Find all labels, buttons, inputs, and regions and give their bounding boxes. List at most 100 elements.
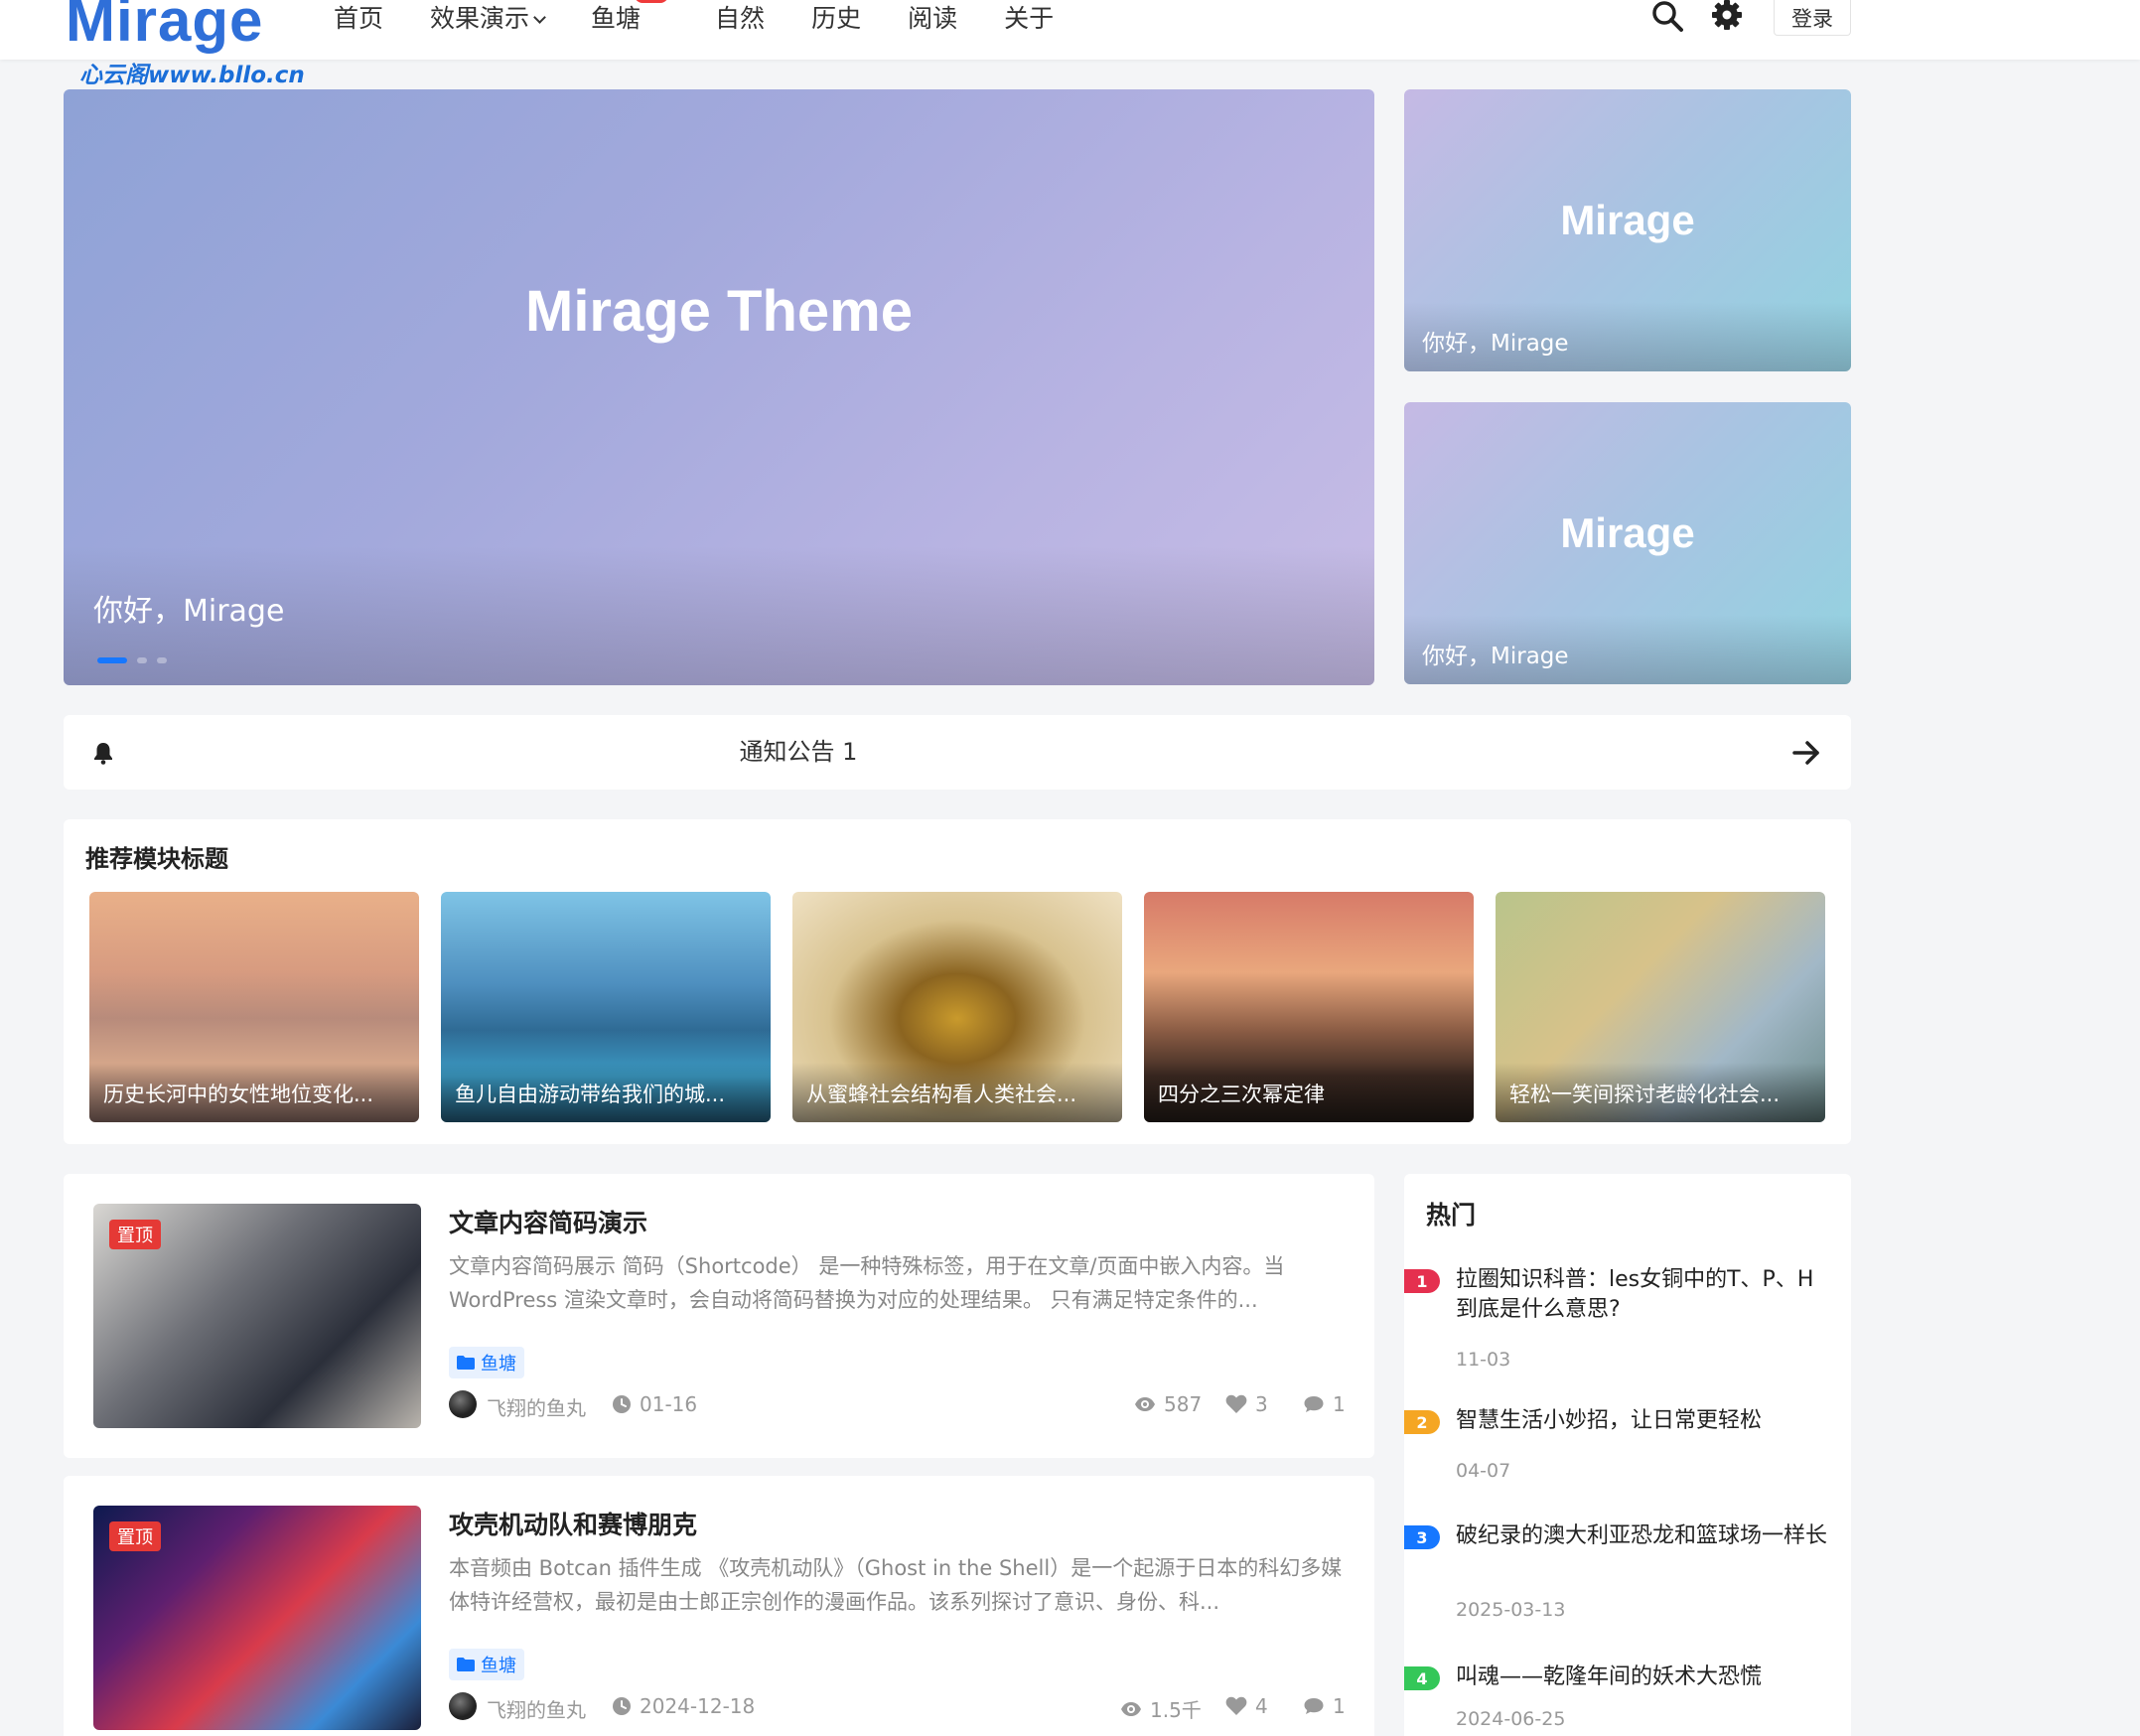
clock-icon <box>613 1395 631 1413</box>
hot-item-date: 11-03 <box>1456 1349 1511 1371</box>
hot-item-title[interactable]: 叫魂——乾隆年间的妖术大恐慌 <box>1456 1663 1833 1692</box>
hot-item-date: 2025-03-13 <box>1456 1599 1566 1621</box>
watermark: 心云阁www.bllo.cn <box>79 63 305 88</box>
slider-dots <box>97 657 167 663</box>
recommend-card-caption: 轻松一笑间探讨老龄化社会... <box>1496 1063 1825 1122</box>
chevron-down-icon <box>533 11 546 24</box>
nav-item-fishpond[interactable]: 鱼塘最新 <box>591 0 669 35</box>
folder-icon <box>457 1658 475 1671</box>
rank-badge: 4 <box>1404 1666 1440 1690</box>
site-logo[interactable]: Mirage <box>66 0 263 55</box>
folder-icon <box>457 1356 475 1370</box>
comment-count-value: 1 <box>1333 1392 1346 1416</box>
hero-slider[interactable]: Mirage Theme 你好，Mirage <box>64 89 1374 685</box>
clock-icon <box>613 1697 631 1715</box>
post-excerpt: 本音频由 Botcan 插件生成 《攻壳机动队》（Ghost in the Sh… <box>449 1556 1343 1614</box>
nav-label: 效果演示 <box>430 4 530 33</box>
post-card[interactable]: 置顶 攻壳机动队和赛博朋克 本音频由 Botcan 插件生成 《攻壳机动队》（G… <box>64 1476 1374 1736</box>
hot-item-date: 2024-06-25 <box>1456 1708 1566 1730</box>
post-thumbnail[interactable]: 置顶 <box>93 1204 421 1428</box>
slider-dot[interactable] <box>157 657 167 663</box>
hot-item-date: 04-07 <box>1456 1460 1511 1482</box>
nav-item-about[interactable]: 关于 <box>1004 0 1054 35</box>
post-title[interactable]: 攻壳机动队和赛博朋克 <box>449 1506 697 1541</box>
nav-item-history[interactable]: 历史 <box>811 0 861 35</box>
eye-icon <box>1135 1397 1155 1411</box>
post-title[interactable]: 文章内容简码演示 <box>449 1204 647 1239</box>
category-tag[interactable]: 鱼塘 <box>449 1649 524 1680</box>
recommend-card[interactable]: 鱼儿自由游动带给我们的城... <box>441 892 771 1122</box>
avatar[interactable] <box>449 1390 477 1418</box>
avatar[interactable] <box>449 1692 477 1720</box>
top-header: Mirage 首页 效果演示 鱼塘最新 自然 历史 阅读 关于 登录 <box>0 0 2140 60</box>
comment-count-value: 1 <box>1333 1694 1346 1718</box>
post-thumbnail[interactable]: 置顶 <box>93 1506 421 1730</box>
comment-icon <box>1304 1396 1324 1412</box>
hero-caption: 你好，Mirage <box>93 594 285 629</box>
nav-item-reading[interactable]: 阅读 <box>908 0 957 35</box>
post-excerpt: 文章内容简码展示 简码（Shortcode） 是一种特殊标签，用于在文章/页面中… <box>449 1254 1285 1312</box>
hot-item-title[interactable]: 破纪录的澳大利亚恐龙和篮球场一样长 <box>1456 1521 1833 1551</box>
side-card-caption: 你好，Mirage <box>1422 331 1569 357</box>
side-card-title: Mirage <box>1560 197 1695 243</box>
recommend-card[interactable]: 历史长河中的女性地位变化... <box>89 892 419 1122</box>
recommend-card-caption: 四分之三次幂定律 <box>1144 1063 1474 1122</box>
category-tag[interactable]: 鱼塘 <box>449 1347 524 1378</box>
nav-label: 鱼塘 <box>591 4 642 33</box>
recommend-card-caption: 从蜜蜂社会结构看人类社会... <box>792 1063 1122 1122</box>
post-meta: 飞翔的鱼丸 2024-12-18 1.5千 4 1 <box>449 1692 1346 1723</box>
recommend-card-caption: 鱼儿自由游动带给我们的城... <box>441 1063 771 1122</box>
post-meta: 飞翔的鱼丸 01-16 587 3 1 <box>449 1390 1346 1421</box>
rank-badge: 3 <box>1404 1525 1440 1549</box>
post-date: 01-16 <box>640 1392 698 1416</box>
recommend-grid: 历史长河中的女性地位变化... 鱼儿自由游动带给我们的城... 从蜜蜂社会结构看… <box>89 892 1825 1122</box>
side-feature-card[interactable]: Mirage 你好，Mirage <box>1404 89 1851 371</box>
notice-text: 通知公告 1 <box>739 738 858 766</box>
recommend-card[interactable]: 四分之三次幂定律 <box>1144 892 1474 1122</box>
category-label: 鱼塘 <box>481 1656 516 1676</box>
notice-bar[interactable]: 通知公告 1 <box>64 715 1851 790</box>
nav-label: 自然 <box>715 4 766 33</box>
rank-badge: 1 <box>1404 1269 1440 1293</box>
nav-label: 历史 <box>811 4 862 33</box>
author-name[interactable]: 飞翔的鱼丸 <box>487 1694 586 1723</box>
like-count[interactable]: 4 <box>1225 1694 1268 1718</box>
eye-icon <box>1121 1701 1141 1716</box>
nav-label: 阅读 <box>908 4 958 33</box>
hot-item-title[interactable]: 智慧生活小妙招，让日常更轻松 <box>1456 1406 1833 1436</box>
hot-item-title[interactable]: 拉圈知识科普：les女铜中的T、P、H到底是什么意思? <box>1456 1265 1833 1325</box>
view-count-value: 587 <box>1164 1392 1203 1416</box>
slider-dot[interactable] <box>137 657 147 663</box>
rank-badge: 2 <box>1404 1410 1440 1434</box>
comment-count[interactable]: 1 <box>1303 1694 1346 1718</box>
search-icon[interactable] <box>1650 0 1684 34</box>
nav-item-demo[interactable]: 效果演示 <box>430 0 546 35</box>
view-count: 1.5千 <box>1120 1694 1202 1723</box>
new-badge: 最新 <box>635 0 669 3</box>
hero-title: Mirage Theme <box>525 279 913 344</box>
comment-count[interactable]: 1 <box>1303 1392 1346 1416</box>
nav-label: 首页 <box>334 4 384 33</box>
slider-dot[interactable] <box>97 657 127 663</box>
nav-item-home[interactable]: 首页 <box>334 0 383 35</box>
like-count[interactable]: 3 <box>1225 1392 1268 1416</box>
view-count-value: 1.5千 <box>1150 1698 1202 1722</box>
recommend-card[interactable]: 从蜜蜂社会结构看人类社会... <box>792 892 1122 1122</box>
recommend-card[interactable]: 轻松一笑间探讨老龄化社会... <box>1496 892 1825 1122</box>
author-name[interactable]: 飞翔的鱼丸 <box>487 1392 586 1421</box>
category-label: 鱼塘 <box>481 1354 516 1374</box>
arrow-right-icon[interactable] <box>1791 738 1821 768</box>
heart-icon <box>1225 1394 1247 1413</box>
nav-item-nature[interactable]: 自然 <box>715 0 765 35</box>
like-count-value: 3 <box>1255 1392 1268 1416</box>
gear-icon[interactable] <box>1710 0 1744 34</box>
pinned-badge: 置顶 <box>109 1521 161 1551</box>
like-count-value: 4 <box>1255 1694 1268 1718</box>
side-feature-card[interactable]: Mirage 你好，Mirage <box>1404 402 1851 684</box>
login-button[interactable]: 登录 <box>1774 0 1851 36</box>
main-nav: 首页 效果演示 鱼塘最新 自然 历史 阅读 关于 <box>334 0 1100 34</box>
hot-title: 热门 <box>1426 1201 1477 1230</box>
post-date: 2024-12-18 <box>640 1694 756 1718</box>
post-card[interactable]: 置顶 文章内容简码演示 文章内容简码展示 简码（Shortcode） 是一种特殊… <box>64 1174 1374 1458</box>
hot-posts-widget: 热门 1 拉圈知识科普：les女铜中的T、P、H到底是什么意思? 11-03 2… <box>1404 1174 1851 1736</box>
